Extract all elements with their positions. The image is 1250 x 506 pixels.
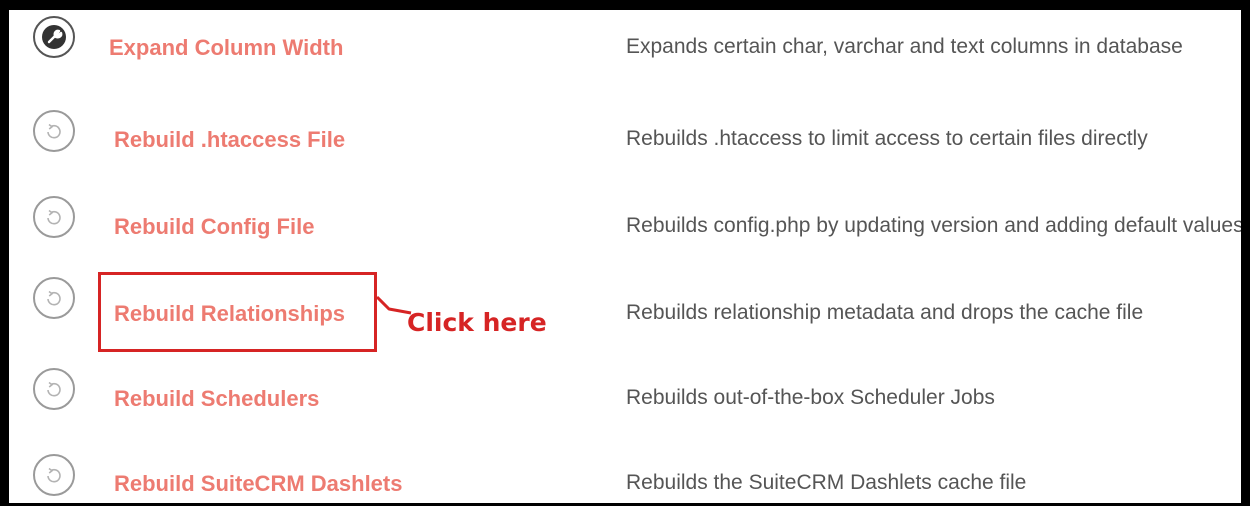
row-description: Rebuilds out-of-the-box Scheduler Jobs	[626, 386, 995, 409]
refresh-icon[interactable]	[33, 368, 75, 410]
admin-repair-list: Expand Column Width Expands certain char…	[0, 0, 1250, 506]
row-description: Rebuilds the SuiteCRM Dashlets cache fil…	[626, 471, 1027, 494]
rebuild-htaccess-link[interactable]: Rebuild .htaccess File	[114, 127, 345, 153]
rebuild-schedulers-link[interactable]: Rebuild Schedulers	[114, 386, 319, 412]
rebuild-config-file-link[interactable]: Rebuild Config File	[114, 214, 314, 240]
refresh-icon[interactable]	[33, 454, 75, 496]
list-item: Rebuild Schedulers Rebuilds out-of-the-b…	[9, 354, 1241, 440]
refresh-icon[interactable]	[33, 110, 75, 152]
list-item: Rebuild Config File Rebuilds config.php …	[9, 182, 1241, 268]
list-item: Rebuild SuiteCRM Dashlets Rebuilds the S…	[9, 440, 1241, 503]
row-description: Rebuilds relationship metadata and drops…	[626, 301, 1144, 324]
list-item: Rebuild .htaccess File Rebuilds .htacces…	[9, 96, 1241, 182]
annotation-click-here: Click here	[407, 308, 547, 337]
expand-column-width-link[interactable]: Expand Column Width	[109, 35, 343, 61]
rebuild-suitecrm-dashlets-link[interactable]: Rebuild SuiteCRM Dashlets	[114, 471, 402, 497]
row-description: Rebuilds config.php by updating version …	[626, 214, 1244, 237]
wrench-icon[interactable]	[33, 16, 75, 58]
highlight-box	[98, 272, 377, 352]
refresh-icon[interactable]	[33, 196, 75, 238]
row-description: Rebuilds .htaccess to limit access to ce…	[626, 127, 1148, 150]
list-item: Expand Column Width Expands certain char…	[9, 10, 1241, 96]
refresh-icon[interactable]	[33, 277, 75, 319]
row-description: Expands certain char, varchar and text c…	[626, 35, 1183, 58]
